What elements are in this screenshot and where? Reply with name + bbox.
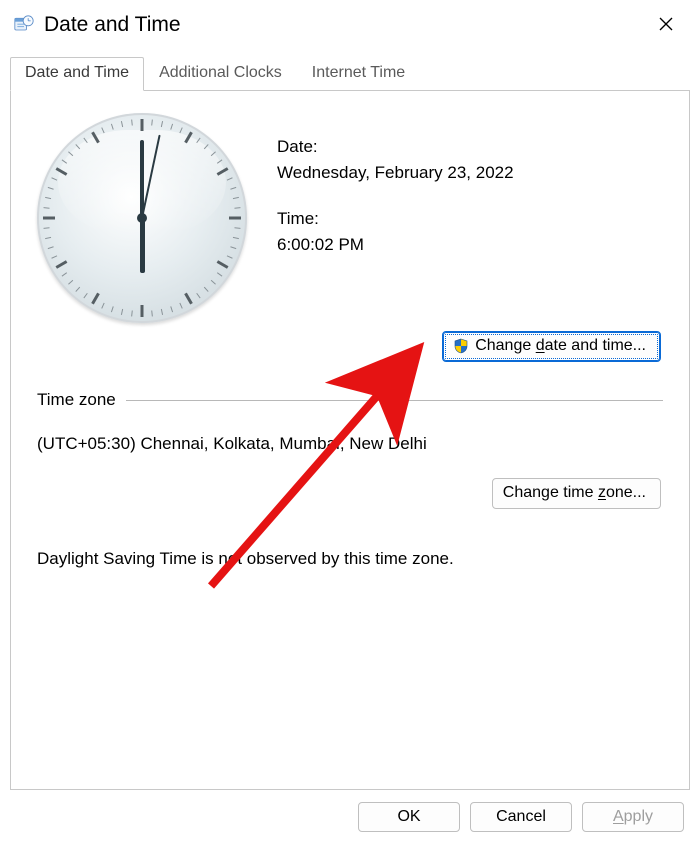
tab-panel-date-and-time: Date: Wednesday, February 23, 2022 Time:… — [10, 90, 690, 790]
change-date-time-label: Change date and time... — [475, 337, 646, 355]
uac-shield-icon — [453, 338, 469, 354]
titlebar: Date and Time — [0, 0, 700, 48]
close-button[interactable] — [646, 10, 686, 40]
date-value: Wednesday, February 23, 2022 — [277, 163, 514, 183]
section-divider — [126, 400, 663, 401]
apply-button[interactable]: Apply — [582, 802, 684, 832]
time-label: Time: — [277, 209, 514, 229]
tab-additional-clocks[interactable]: Additional Clocks — [144, 57, 297, 91]
close-icon — [659, 17, 673, 31]
window-title: Date and Time — [44, 13, 646, 37]
analog-clock — [37, 113, 247, 323]
dst-note: Daylight Saving Time is not observed by … — [37, 549, 663, 569]
tab-strip: Date and Time Additional Clocks Internet… — [0, 56, 700, 90]
tab-internet-time[interactable]: Internet Time — [297, 57, 420, 91]
timezone-value: (UTC+05:30) Chennai, Kolkata, Mumbai, Ne… — [37, 434, 663, 454]
apply-button-label: Apply — [613, 808, 653, 826]
cancel-button[interactable]: Cancel — [470, 802, 572, 832]
date-time-icon — [14, 15, 34, 35]
timezone-section-label: Time zone — [37, 390, 116, 410]
time-value: 6:00:02 PM — [277, 235, 514, 255]
dialog-footer: OK Cancel Apply — [0, 790, 700, 848]
date-time-dialog: Date and Time Date and Time Additional C… — [0, 0, 700, 848]
change-time-zone-button[interactable]: Change time zone... — [492, 478, 661, 509]
ok-button[interactable]: OK — [358, 802, 460, 832]
change-date-time-button[interactable]: Change date and time... — [442, 331, 661, 362]
tab-date-and-time[interactable]: Date and Time — [10, 57, 144, 91]
change-time-zone-label: Change time zone... — [503, 484, 646, 502]
date-label: Date: — [277, 137, 514, 157]
